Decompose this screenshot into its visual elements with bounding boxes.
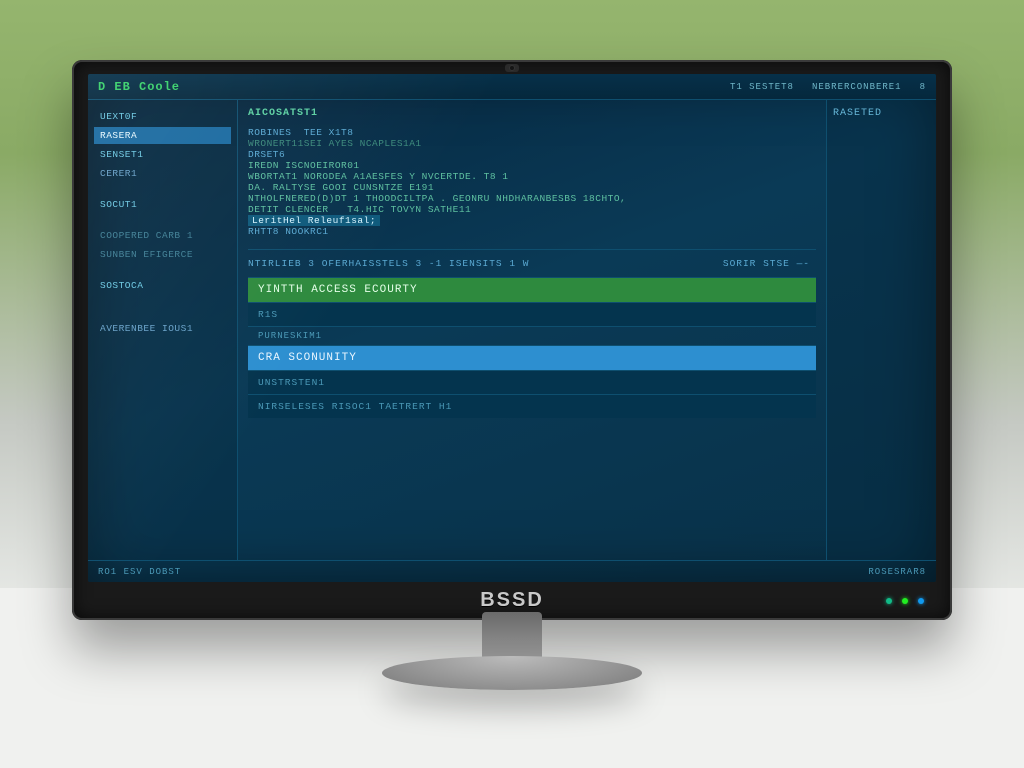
status-left: NTIRLIEB 3 OFERHAISSTELS 3 -1 ISENSITS 1…: [248, 258, 529, 269]
code-line-8: DETIT CLENCER T4.HIC TOVYN SATHE11: [248, 204, 816, 215]
right-column-heading: RASETED: [833, 108, 930, 119]
main-divider: [248, 249, 816, 250]
security-row-access[interactable]: YINTTH ACCESS ECOURTY: [248, 277, 816, 302]
security-row-access-sub: R1S: [248, 302, 816, 326]
code-line-6: DA. RALTYSE GOOI CUNSNTZE E191: [248, 182, 816, 193]
sidebar-item-7[interactable]: SOSTOCA: [94, 277, 231, 294]
main-heading: AICOSATST1: [248, 108, 816, 119]
code-line-5: WBORTAT1 NORODEA A1AESFES Y NVCERTDE. T8…: [248, 171, 816, 182]
sidebar: UEXT0F RASERA SENSET1 CERER1 SOCUT1 COOP…: [88, 100, 238, 560]
code-line-1: WRONERT11SEI AYES NCAPLES1A1: [248, 138, 816, 149]
code-postline: RHTT8 NOOKRC1: [248, 226, 816, 237]
monitor-frame: BSSD D EB Coole T1 SESTET8 NEBRERCONBERE…: [72, 60, 952, 620]
titlebar-meta: T1 SESTET8 NEBRERCONBERE1 8: [730, 82, 926, 92]
sidebar-item-6[interactable]: SUNBEN EFIGERCE: [94, 246, 231, 263]
security-row-pre: PURNESKIM1: [248, 326, 816, 345]
sidebar-item-0[interactable]: UEXT0F: [94, 108, 231, 125]
monitor-webcam: [509, 65, 515, 71]
main-panel: AICOSATST1 ROBINES TEE X1T8 WRONERT11SEI…: [238, 100, 826, 560]
sidebar-item-5[interactable]: COOPERED CARB 1: [94, 227, 231, 244]
code-line-0: ROBINES TEE X1T8: [248, 127, 816, 138]
status-bar-right: ROSESRAR8: [868, 567, 926, 577]
status-bar: RO1 ESV DOBST ROSESRAR8: [88, 560, 936, 582]
security-row-3[interactable]: UNSTRSTEN1: [248, 370, 816, 394]
code-highlight[interactable]: LeritHel Releuf1sal;: [248, 215, 380, 226]
titlebar: D EB Coole T1 SESTET8 NEBRERCONBERE1 8: [88, 74, 936, 100]
status-row: NTIRLIEB 3 OFERHAISSTELS 3 -1 ISENSITS 1…: [248, 258, 816, 269]
security-row-access-label: YINTTH ACCESS ECOURTY: [258, 284, 418, 296]
titlebar-meta-2: NEBRERCONBERE1: [812, 82, 902, 92]
right-column: RASETED: [826, 100, 936, 560]
sidebar-item-8[interactable]: AVERENBEE IOUS1: [94, 320, 231, 337]
security-row-4[interactable]: NIRSELESES RISOC1 TAETRERT H1: [248, 394, 816, 418]
status-bar-left: RO1 ESV DOBST: [98, 567, 181, 577]
monitor-stand-base: [382, 656, 642, 690]
code-block: ROBINES TEE X1T8 WRONERT11SEI AYES NCAPL…: [248, 127, 816, 237]
sidebar-item-3[interactable]: CERER1: [94, 165, 231, 182]
security-row-community[interactable]: CRA SCONUNITY: [248, 345, 816, 370]
security-row-community-label: CRA SCONUNITY: [258, 352, 357, 364]
code-line-3: IREDN ISCNOEIROR01: [248, 160, 816, 171]
code-highlight-line: LeritHel Releuf1sal;: [248, 215, 816, 226]
monitor-brand-label: BSSD: [480, 589, 544, 612]
code-line-7: NTHOLFNERED(D)DT 1 THOODCILTPA . GEONRU …: [248, 193, 816, 204]
monitor-stand-neck: [482, 612, 542, 662]
sidebar-item-2[interactable]: SENSET1: [94, 146, 231, 163]
titlebar-meta-3: 8: [920, 82, 926, 92]
monitor-led-cluster: [886, 598, 924, 604]
titlebar-meta-1: T1 SESTET8: [730, 82, 794, 92]
status-right: SORIR STSE —-: [723, 258, 810, 269]
app-logo-text: D EB Coole: [98, 80, 180, 94]
security-panel: YINTTH ACCESS ECOURTY R1S PURNESKIM1 CRA…: [248, 277, 816, 418]
sidebar-item-1[interactable]: RASERA: [94, 127, 231, 144]
code-line-2: DRSET6: [248, 149, 816, 160]
screen: D EB Coole T1 SESTET8 NEBRERCONBERE1 8 U…: [88, 74, 936, 582]
sidebar-item-4[interactable]: SOCUT1: [94, 196, 231, 213]
